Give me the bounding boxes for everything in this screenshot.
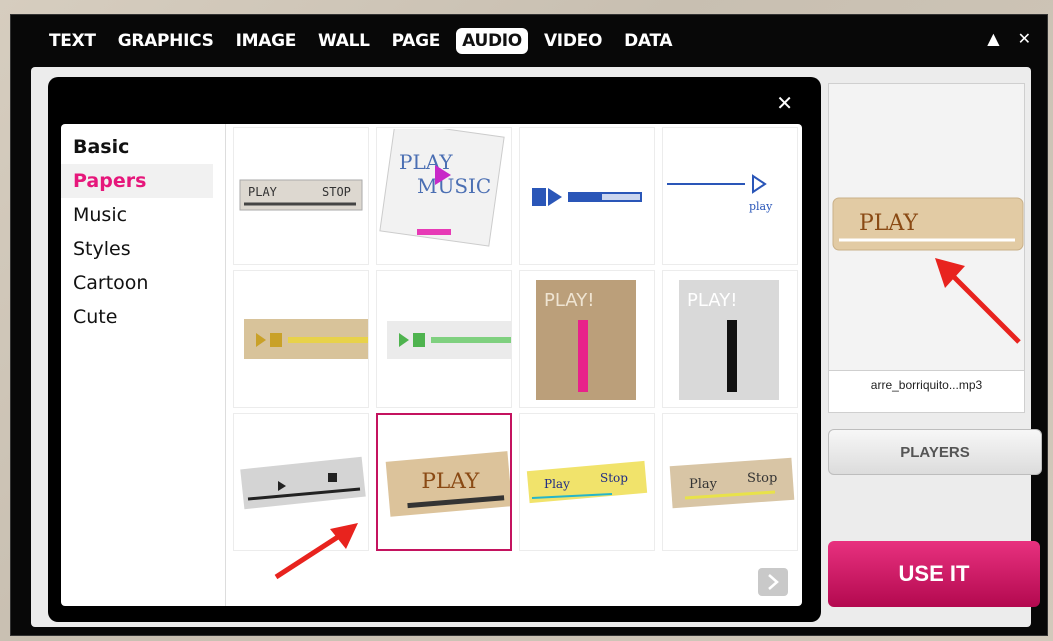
svg-text:Play: Play [689, 477, 718, 492]
yellow-strip-player-image: Play Stop [526, 460, 648, 504]
torn-paper-player-image: Play Stop [669, 457, 795, 509]
tab-video[interactable]: VIDEO [538, 28, 608, 54]
green-paper-player-image [387, 321, 511, 359]
player-picker-panel: ✕ Basic Papers Music Styles Cartoon Cute [48, 77, 821, 622]
white-paper-black-player-image: PLAY! [679, 280, 779, 400]
category-papers[interactable]: Papers [61, 164, 213, 198]
player-tile[interactable] [233, 413, 369, 551]
window-controls: ▲ ✕ [987, 29, 1031, 48]
player-tile[interactable] [233, 270, 369, 408]
close-icon[interactable]: ✕ [1018, 29, 1031, 48]
preview-filename: arre_borriquito...mp3 [829, 370, 1024, 412]
category-cute[interactable]: Cute [61, 300, 225, 334]
svg-text:MUSIC: MUSIC [417, 174, 491, 198]
svg-text:Play: Play [544, 477, 570, 491]
kraft-paper-play-image: PLAY [385, 451, 510, 517]
top-tab-bar: TEXT GRAPHICS IMAGE WALL PAGE AUDIO VIDE… [11, 15, 1047, 67]
player-tile[interactable]: Play Stop [662, 413, 798, 551]
next-page-button[interactable] [758, 568, 788, 596]
panel-close-icon[interactable]: ✕ [776, 91, 793, 115]
cardboard-pink-player-image: PLAY! [536, 280, 636, 400]
player-tile[interactable] [376, 270, 512, 408]
svg-text:PLAY!: PLAY! [544, 290, 594, 311]
chevron-right-icon [768, 574, 779, 590]
svg-text:PLAY: PLAY [421, 469, 480, 494]
sketch-player-image: PLAY MUSIC [379, 129, 505, 247]
collapse-icon[interactable]: ▲ [987, 29, 999, 48]
editor-window: TEXT GRAPHICS IMAGE WALL PAGE AUDIO VIDE… [10, 14, 1048, 636]
use-it-button[interactable]: USE IT [828, 541, 1040, 607]
silver-paper-player-image [240, 456, 366, 510]
tab-text[interactable]: TEXT [43, 28, 102, 54]
panel-body: Basic Papers Music Styles Cartoon Cute P… [61, 124, 802, 606]
svg-text:play: play [749, 200, 773, 213]
player-tile[interactable]: PLAY! [519, 270, 655, 408]
category-list: Basic Papers Music Styles Cartoon Cute [61, 124, 226, 606]
preview-player-image: PLAY [832, 197, 1024, 251]
tab-graphics[interactable]: GRAPHICS [112, 28, 220, 54]
player-tile[interactable]: PLAY! [662, 270, 798, 408]
tab-audio[interactable]: AUDIO [456, 28, 528, 54]
line-arrow-player-image: play [667, 174, 773, 213]
svg-text:PLAY: PLAY [248, 185, 278, 199]
svg-text:PLAY: PLAY [859, 211, 918, 236]
players-button[interactable]: PLAYERS [828, 429, 1042, 475]
gold-paper-player-image [244, 319, 368, 359]
player-tile[interactable]: Play Stop [519, 413, 655, 551]
svg-text:PLAY!: PLAY! [687, 290, 737, 311]
category-basic[interactable]: Basic [61, 130, 225, 164]
paper-strip-player-image: PLAY STOP [239, 179, 363, 211]
category-music[interactable]: Music [61, 198, 225, 232]
tab-data[interactable]: DATA [618, 28, 678, 54]
tab-page[interactable]: PAGE [386, 28, 446, 54]
svg-text:PLAY: PLAY [399, 150, 453, 174]
player-tile[interactable] [519, 127, 655, 265]
content-area: ✕ Basic Papers Music Styles Cartoon Cute [31, 67, 1042, 627]
svg-text:Stop: Stop [600, 471, 628, 485]
blue-brush-player-image [532, 188, 642, 206]
player-tile[interactable]: PLAY STOP [233, 127, 369, 265]
preview-panel: PLAY arre_borriquito...mp3 [828, 83, 1025, 413]
tab-image[interactable]: IMAGE [230, 28, 302, 54]
player-tile[interactable]: PLAY MUSIC [376, 127, 512, 265]
player-tile[interactable]: play [662, 127, 798, 265]
svg-text:Stop: Stop [747, 471, 777, 486]
category-cartoon[interactable]: Cartoon [61, 266, 225, 300]
category-styles[interactable]: Styles [61, 232, 225, 266]
svg-text:STOP: STOP [322, 185, 351, 199]
tab-wall[interactable]: WALL [312, 28, 376, 54]
player-tile-selected[interactable]: PLAY [376, 413, 512, 551]
